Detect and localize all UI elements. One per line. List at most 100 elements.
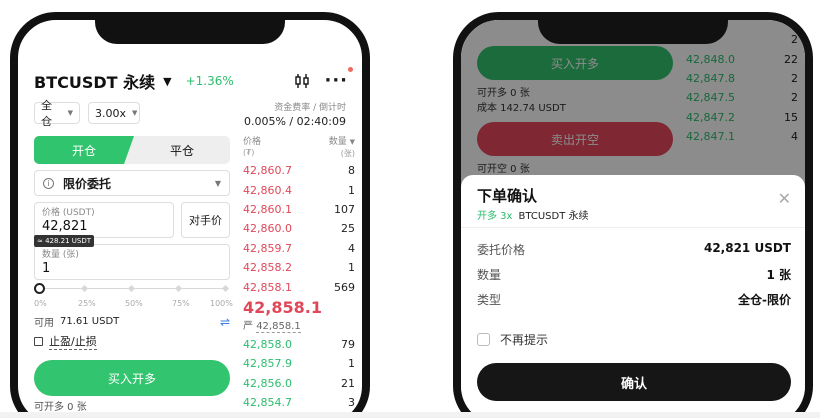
- order-book: 价格 数量 ▼ (₮) (张) 42,860.7 8 42,860.4 1 42,8…: [243, 134, 355, 412]
- slider-tick: [127, 284, 136, 293]
- counterparty-price-button[interactable]: 对手价: [181, 202, 230, 238]
- order-quantity-value: 1 张: [766, 268, 791, 282]
- price-column-header: 价格: [243, 137, 262, 147]
- bid-row[interactable]: 42,854.7 3: [243, 393, 355, 412]
- close-icon[interactable]: ✕: [778, 189, 791, 208]
- mark-price: 严 42,858.1: [243, 317, 355, 333]
- funding-rate: 资金费率 / 倒计时 0.005% / 02:40:09: [244, 100, 346, 128]
- tab-close[interactable]: 平仓: [134, 136, 230, 164]
- order-symbol: BTCUSDT 永续: [518, 211, 589, 222]
- leverage-value: 3.00x: [95, 106, 127, 120]
- phone-frame-right: 买入开多 可开多 0 张 成本 142.74 USDT 卖出开空 可开空 0 张…: [453, 12, 813, 418]
- order-book-header: 价格 数量 ▼: [243, 134, 355, 147]
- tpsl-label: 止盈/止损: [49, 335, 97, 350]
- symbol-header: BTCUSDT 永续 ▼ +1.36% ···: [34, 67, 353, 93]
- slider-tick: [174, 284, 183, 293]
- confirm-button[interactable]: 确认: [477, 363, 791, 401]
- info-icon[interactable]: i: [43, 177, 54, 189]
- bids-list: 42,858.0 79 42,857.9 1 42,856.0 21 42,854.7…: [243, 335, 355, 413]
- order-type-value: 全仓-限价: [738, 293, 791, 307]
- no-remind-checkbox[interactable]: [477, 333, 490, 346]
- price-change: +1.36%: [185, 74, 234, 88]
- ask-row[interactable]: 42,860.4 1: [243, 180, 355, 199]
- funding-value: 0.005% / 02:40:09: [243, 115, 346, 128]
- quantity-input[interactable]: 数量 (张) 1: [34, 244, 230, 280]
- price-label: 价格 (USDT): [42, 208, 95, 218]
- qty-unit: (张): [340, 149, 355, 158]
- slider-tick: [221, 284, 230, 293]
- slider-label: 25%: [78, 299, 96, 308]
- order-price-row: 委托价格 42,821 USDT: [477, 241, 791, 258]
- qty-column-header[interactable]: 数量 ▼: [329, 134, 355, 147]
- can-open-text: 可开多 0 张: [34, 402, 87, 413]
- slider-label: 0%: [34, 299, 47, 308]
- quantity-label: 数量 (张): [42, 250, 79, 260]
- leverage-select[interactable]: 3.00x ▼: [88, 102, 140, 124]
- available-value: 71.61 USDT: [60, 316, 120, 327]
- slider-label: 100%: [210, 299, 233, 308]
- symbol-dropdown-icon[interactable]: ▼: [163, 75, 171, 88]
- order-price-label: 委托价格: [477, 243, 526, 257]
- quantity-slider[interactable]: 0% 25% 50% 75% 100%: [34, 283, 233, 313]
- price-approx-tooltip: ≈ 428.21 USDT: [34, 235, 95, 247]
- notification-dot: [348, 67, 353, 72]
- phone-notch: [538, 20, 728, 44]
- chevron-down-icon: ▼: [214, 178, 221, 188]
- slider-label: 50%: [125, 299, 143, 308]
- order-type-value: 限价委托: [63, 176, 112, 191]
- slider-label: 75%: [172, 299, 190, 308]
- order-book-units: (₮) (张): [243, 148, 355, 159]
- order-quantity-row: 数量 1 张: [477, 266, 791, 283]
- available-balance: 可用 71.61 USDT ⇌: [34, 314, 230, 330]
- quantity-value[interactable]: 1: [42, 261, 222, 276]
- tpsl-checkbox[interactable]: [34, 337, 43, 346]
- margin-mode-value: 全仓: [41, 99, 52, 128]
- mark-price-icon: 严: [243, 320, 253, 332]
- slider-handle[interactable]: [34, 283, 45, 294]
- last-price[interactable]: 42,858.1: [243, 298, 355, 317]
- order-type-row: 类型 全仓-限价: [477, 291, 791, 308]
- price-input[interactable]: 价格 (USDT) 42,821: [34, 202, 174, 238]
- order-screen: BTCUSDT 永续 ▼ +1.36% ··· 全仓 ▼ 3.00x ▼ 资金费…: [18, 20, 362, 418]
- mark-price-value: 42,858.1: [256, 320, 301, 333]
- dialog-subtitle: 开多 3x BTCUSDT 永续: [477, 207, 589, 222]
- dialog-title: 下单确认: [477, 187, 538, 205]
- page-bottom-strip: [0, 412, 820, 418]
- margin-mode-select[interactable]: 全仓 ▼: [34, 99, 80, 128]
- price-unit: (₮): [243, 148, 255, 157]
- transfer-icon[interactable]: ⇌: [220, 315, 230, 329]
- ask-row[interactable]: 42,860.1 107: [243, 200, 355, 219]
- order-price-value: 42,821 USDT: [703, 241, 791, 255]
- chevron-down-icon: ▼: [67, 109, 73, 117]
- symbol-title[interactable]: BTCUSDT 永续: [34, 69, 155, 93]
- order-confirm-dialog: 下单确认 ✕ 开多 3x BTCUSDT 永续 委托价格 42,821 USDT…: [461, 175, 805, 418]
- bid-row[interactable]: 42,858.0 79: [243, 335, 355, 354]
- more-icon[interactable]: ···: [324, 67, 353, 90]
- open-close-tabs: 开仓 平仓: [34, 136, 230, 164]
- funding-label: 资金费率 / 倒计时: [274, 103, 346, 113]
- available-label: 可用: [34, 318, 54, 329]
- no-remind-option[interactable]: 不再提示: [477, 331, 548, 348]
- order-type-select[interactable]: i 限价委托 ▼: [34, 170, 230, 196]
- buy-open-long-button[interactable]: 买入开多: [34, 360, 230, 396]
- price-value[interactable]: 42,821: [42, 219, 166, 234]
- ask-row[interactable]: 42,858.2 1: [243, 258, 355, 277]
- bid-row[interactable]: 42,857.9 1: [243, 354, 355, 373]
- order-quantity-label: 数量: [477, 268, 502, 282]
- ask-row[interactable]: 42,860.0 25: [243, 219, 355, 238]
- ask-row[interactable]: 42,860.7 8: [243, 161, 355, 180]
- chevron-down-icon: ▼: [132, 109, 138, 117]
- tab-open[interactable]: 开仓: [34, 136, 134, 164]
- phone-frame-left: BTCUSDT 永续 ▼ +1.36% ··· 全仓 ▼ 3.00x ▼ 资金费…: [10, 12, 370, 418]
- ask-row[interactable]: 42,858.1 569: [243, 277, 355, 296]
- order-side: 开多 3x: [477, 211, 513, 222]
- phone-notch: [95, 20, 285, 44]
- slider-tick: [80, 284, 89, 293]
- asks-list: 42,860.7 8 42,860.4 1 42,860.1 107 42,860.0…: [243, 161, 355, 297]
- candlestick-chart-icon[interactable]: [294, 73, 310, 89]
- order-type-label: 类型: [477, 293, 502, 307]
- tpsl-option[interactable]: 止盈/止损: [34, 333, 97, 350]
- bid-row[interactable]: 42,856.0 21: [243, 374, 355, 393]
- no-remind-label: 不再提示: [500, 333, 549, 347]
- ask-row[interactable]: 42,859.7 4: [243, 239, 355, 258]
